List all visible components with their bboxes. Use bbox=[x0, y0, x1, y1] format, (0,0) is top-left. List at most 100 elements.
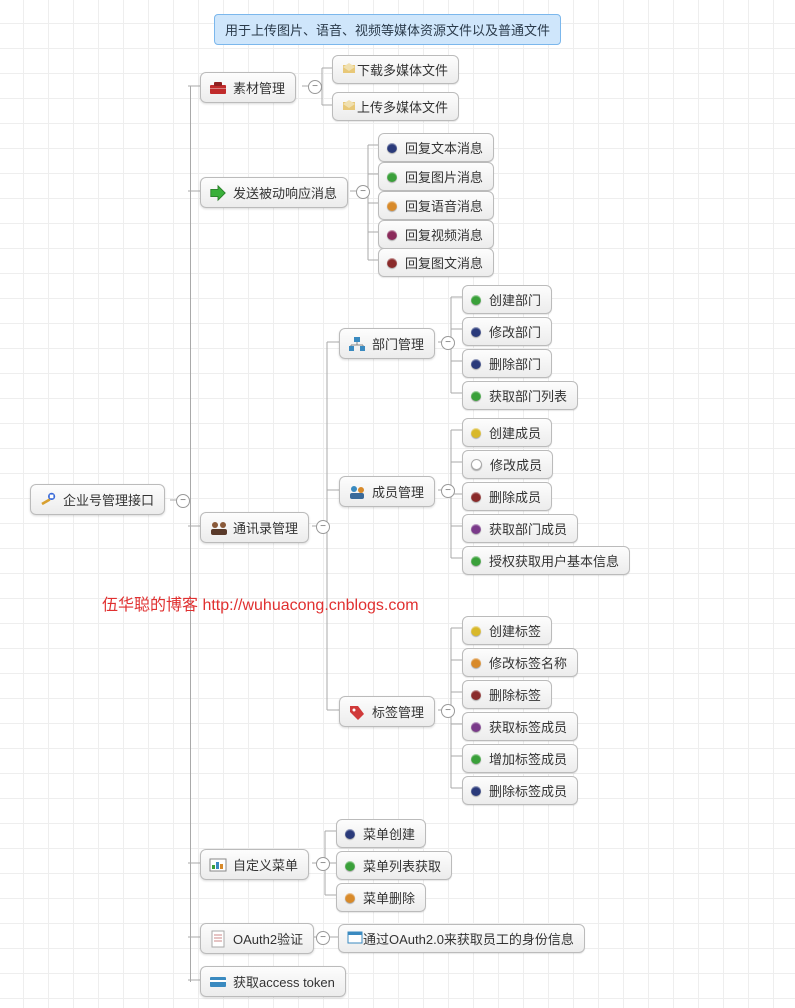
dot-icon bbox=[387, 230, 397, 240]
label: 删除标签 bbox=[489, 685, 541, 704]
dot-icon bbox=[471, 459, 482, 470]
label: 获取access token bbox=[233, 972, 335, 991]
label: 获取部门成员 bbox=[489, 519, 567, 538]
dot-icon bbox=[471, 626, 481, 636]
dot-icon bbox=[471, 327, 481, 337]
leaf-download-media[interactable]: 下载多媒体文件 bbox=[332, 55, 459, 84]
label: 部门管理 bbox=[372, 334, 424, 353]
root-node[interactable]: 企业号管理接口 bbox=[30, 484, 165, 515]
leaf-reply-voice[interactable]: 回复语音消息 bbox=[378, 191, 494, 220]
node-oauth[interactable]: OAuth2验证 bbox=[200, 923, 314, 954]
toggle-oauth[interactable]: − bbox=[316, 931, 330, 945]
toggle-caidan[interactable]: − bbox=[316, 857, 330, 871]
dot-icon bbox=[345, 861, 355, 871]
people-icon bbox=[209, 519, 227, 537]
document-icon bbox=[209, 930, 227, 948]
label: 发送被动响应消息 bbox=[233, 183, 337, 202]
label: 修改标签名称 bbox=[489, 653, 567, 672]
label: 获取标签成员 bbox=[489, 717, 567, 736]
leaf-tag-addmember[interactable]: 增加标签成员 bbox=[462, 744, 578, 773]
label: 菜单创建 bbox=[363, 824, 415, 843]
label: 通过OAuth2.0来获取员工的身份信息 bbox=[363, 929, 574, 948]
leaf-member-modify[interactable]: 修改成员 bbox=[462, 450, 553, 479]
label: 上传多媒体文件 bbox=[357, 97, 448, 116]
label: 增加标签成员 bbox=[489, 749, 567, 768]
dot-icon bbox=[387, 172, 397, 182]
leaf-tag-delmember[interactable]: 删除标签成员 bbox=[462, 776, 578, 805]
dot-icon bbox=[471, 492, 481, 502]
dot-icon bbox=[387, 143, 397, 153]
leaf-bumen-delete[interactable]: 删除部门 bbox=[462, 349, 552, 378]
node-token[interactable]: 获取access token bbox=[200, 966, 346, 997]
label: 通讯录管理 bbox=[233, 518, 298, 537]
dot-icon bbox=[471, 658, 481, 668]
label: 回复文本消息 bbox=[405, 138, 483, 157]
leaf-tag-delete[interactable]: 删除标签 bbox=[462, 680, 552, 709]
chart-icon bbox=[209, 856, 227, 874]
leaf-bumen-modify[interactable]: 修改部门 bbox=[462, 317, 552, 346]
label: 授权获取用户基本信息 bbox=[489, 551, 619, 570]
label: 回复图片消息 bbox=[405, 167, 483, 186]
leaf-upload-media[interactable]: 上传多媒体文件 bbox=[332, 92, 459, 121]
dot-icon bbox=[471, 722, 481, 732]
node-chengyuan[interactable]: 成员管理 bbox=[339, 476, 435, 507]
label: 回复图文消息 bbox=[405, 253, 483, 272]
label: 删除标签成员 bbox=[489, 781, 567, 800]
leaf-menu-list[interactable]: 菜单列表获取 bbox=[336, 851, 452, 880]
node-caidan[interactable]: 自定义菜单 bbox=[200, 849, 309, 880]
dot-icon bbox=[471, 754, 481, 764]
leaf-menu-create[interactable]: 菜单创建 bbox=[336, 819, 426, 848]
card-icon bbox=[209, 973, 227, 991]
leaf-reply-image[interactable]: 回复图片消息 bbox=[378, 162, 494, 191]
label: 创建成员 bbox=[489, 423, 541, 442]
leaf-reply-news[interactable]: 回复图文消息 bbox=[378, 248, 494, 277]
label: 成员管理 bbox=[372, 482, 424, 501]
node-biaoqian[interactable]: 标签管理 bbox=[339, 696, 435, 727]
leaf-bumen-create[interactable]: 创建部门 bbox=[462, 285, 552, 314]
label: 修改成员 bbox=[490, 455, 542, 474]
root-label: 企业号管理接口 bbox=[63, 490, 154, 509]
dot-icon bbox=[471, 556, 481, 566]
toggle-tongxun[interactable]: − bbox=[316, 520, 330, 534]
arrow-right-icon bbox=[209, 184, 227, 202]
trunk-line bbox=[188, 86, 191, 982]
toggle-chengyuan[interactable]: − bbox=[441, 484, 455, 498]
leaf-member-create[interactable]: 创建成员 bbox=[462, 418, 552, 447]
label: 删除成员 bbox=[489, 487, 541, 506]
tooltip-upload-desc: 用于上传图片、语音、视频等媒体资源文件以及普通文件 bbox=[214, 14, 561, 45]
node-tongxun[interactable]: 通讯录管理 bbox=[200, 512, 309, 543]
dot-icon bbox=[471, 391, 481, 401]
leaf-reply-text[interactable]: 回复文本消息 bbox=[378, 133, 494, 162]
toggle-fasong[interactable]: − bbox=[356, 185, 370, 199]
leaf-tag-rename[interactable]: 修改标签名称 bbox=[462, 648, 578, 677]
wrench-icon bbox=[39, 491, 57, 509]
toggle-bumen[interactable]: − bbox=[441, 336, 455, 350]
tag-icon bbox=[348, 703, 366, 721]
node-bumen[interactable]: 部门管理 bbox=[339, 328, 435, 359]
dot-icon bbox=[345, 829, 355, 839]
dot-icon bbox=[345, 893, 355, 903]
leaf-member-getdept[interactable]: 获取部门成员 bbox=[462, 514, 578, 543]
dot-icon bbox=[471, 428, 481, 438]
toggle-biaoqian[interactable]: − bbox=[441, 704, 455, 718]
leaf-tag-create[interactable]: 创建标签 bbox=[462, 616, 552, 645]
leaf-member-delete[interactable]: 删除成员 bbox=[462, 482, 552, 511]
node-fasong[interactable]: 发送被动响应消息 bbox=[200, 177, 348, 208]
label: 标签管理 bbox=[372, 702, 424, 721]
leaf-tag-getmember[interactable]: 获取标签成员 bbox=[462, 712, 578, 741]
leaf-member-auth[interactable]: 授权获取用户基本信息 bbox=[462, 546, 630, 575]
toggle-root[interactable]: − bbox=[176, 494, 190, 508]
leaf-bumen-list[interactable]: 获取部门列表 bbox=[462, 381, 578, 410]
dot-icon bbox=[471, 359, 481, 369]
leaf-oauth-desc[interactable]: 通过OAuth2.0来获取员工的身份信息 bbox=[338, 924, 585, 953]
label: 下载多媒体文件 bbox=[357, 60, 448, 79]
leaf-menu-delete[interactable]: 菜单删除 bbox=[336, 883, 426, 912]
node-sucai[interactable]: 素材管理 bbox=[200, 72, 296, 103]
watermark-text: 伍华聪的博客 http://wuhuacong.cnblogs.com bbox=[102, 591, 419, 615]
dot-icon bbox=[471, 295, 481, 305]
org-chart-icon bbox=[348, 335, 366, 353]
label: 菜单删除 bbox=[363, 888, 415, 907]
leaf-reply-video[interactable]: 回复视频消息 bbox=[378, 220, 494, 249]
toggle-sucai[interactable]: − bbox=[308, 80, 322, 94]
calendar-icon bbox=[347, 930, 363, 947]
